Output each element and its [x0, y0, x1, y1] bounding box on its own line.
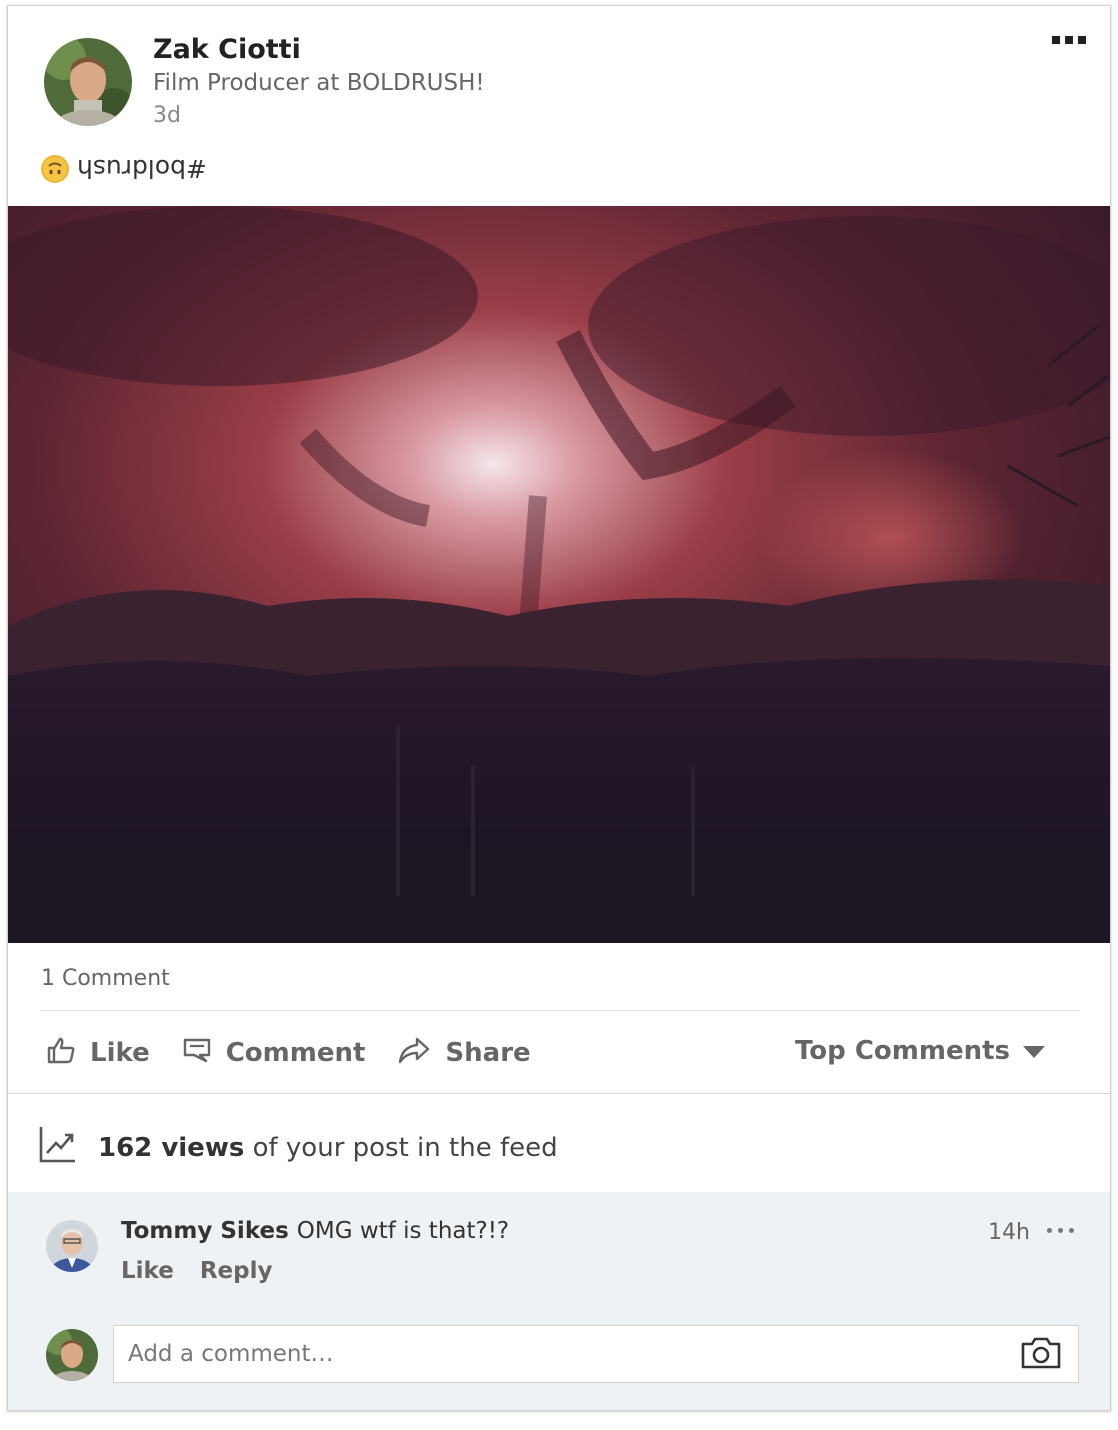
- comment-label: Comment: [225, 1038, 366, 1068]
- camera-icon[interactable]: [1020, 1336, 1062, 1374]
- share-button[interactable]: Share: [397, 1035, 531, 1072]
- author-name[interactable]: Zak Ciotti: [153, 34, 301, 65]
- comment-timestamp: 14h: [988, 1220, 1030, 1245]
- views-count: 162 views: [98, 1132, 245, 1163]
- comment-body: Tommy Sikes OMG wtf is that?!?: [121, 1218, 509, 1244]
- comment-button[interactable]: Comment: [182, 1035, 366, 1072]
- comment-actions: Like Reply: [121, 1258, 272, 1284]
- post-hashtag[interactable]: #boldrush: [77, 154, 207, 183]
- post-timestamp: 3d: [153, 103, 181, 128]
- comment-reply-button[interactable]: Reply: [200, 1258, 273, 1284]
- comment-sort-dropdown[interactable]: Top Comments: [795, 1036, 1046, 1066]
- comment-bubble-icon: [182, 1035, 212, 1072]
- sort-label: Top Comments: [795, 1036, 1010, 1066]
- author-headline: Film Producer at BOLDRUSH!: [153, 70, 485, 96]
- thumbs-up-icon: [46, 1035, 76, 1072]
- comment-like-button[interactable]: Like: [121, 1258, 174, 1284]
- comment-input-container: [113, 1325, 1079, 1383]
- post-image[interactable]: [8, 206, 1110, 943]
- views-suffix: of your post in the feed: [252, 1132, 558, 1163]
- analytics-chart-icon: [38, 1124, 78, 1171]
- like-button[interactable]: Like: [46, 1035, 150, 1072]
- caret-down-icon: [1022, 1036, 1046, 1066]
- upside-down-face-emoji-icon: [41, 154, 69, 183]
- commenter-avatar[interactable]: [46, 1220, 98, 1272]
- share-label: Share: [445, 1038, 531, 1068]
- comment-count[interactable]: 1 Comment: [41, 966, 170, 991]
- divider: [8, 1093, 1110, 1094]
- more-options-icon[interactable]: [1052, 36, 1086, 44]
- divider: [40, 1010, 1080, 1011]
- comment-author[interactable]: Tommy Sikes: [121, 1218, 289, 1244]
- like-label: Like: [90, 1038, 150, 1068]
- post-card: Zak Ciotti Film Producer at BOLDRUSH! 3d…: [7, 5, 1111, 1411]
- add-comment-input[interactable]: [126, 1326, 1010, 1382]
- post-views-link[interactable]: 162 views of your post in the feed: [38, 1124, 558, 1171]
- post-text: #boldrush: [41, 154, 207, 183]
- author-avatar[interactable]: [44, 38, 132, 126]
- comment-text: OMG wtf is that?!?: [296, 1218, 510, 1244]
- share-arrow-icon: [397, 1035, 431, 1072]
- action-bar: Like Comment Share: [46, 1034, 563, 1072]
- current-user-avatar[interactable]: [46, 1329, 98, 1381]
- comment-options-icon[interactable]: [1047, 1228, 1074, 1233]
